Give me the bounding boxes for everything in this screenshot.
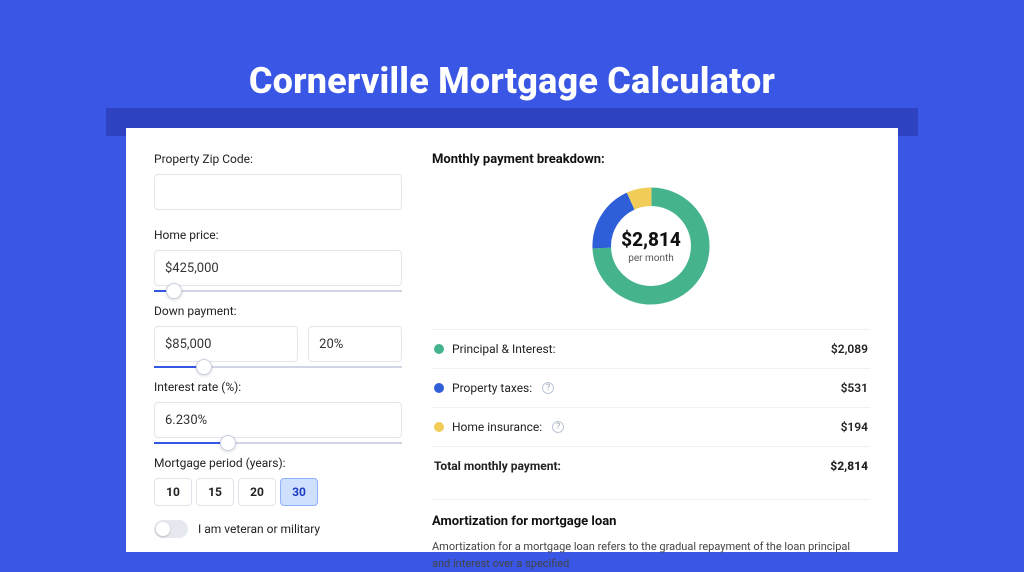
legend: Principal & Interest: $2,089 Property taxe…	[432, 329, 870, 485]
hero: Cornerville Mortgage Calculator	[0, 0, 1024, 102]
form-panel: Property Zip Code: Home price: Down paym…	[154, 152, 402, 552]
toggle-knob	[156, 522, 170, 536]
period-group: Mortgage period (years): 10152030	[154, 456, 402, 506]
legend-dot-pi	[434, 344, 444, 354]
legend-row-total: Total monthly payment: $2,814	[432, 446, 870, 485]
down-group: Down payment:	[154, 304, 402, 362]
breakdown-panel: Monthly payment breakdown: $2,814 per mo…	[432, 152, 870, 552]
donut-wrap: $2,814 per month	[432, 181, 870, 311]
donut-chart: $2,814 per month	[586, 181, 716, 311]
legend-value-ins: $194	[841, 420, 868, 434]
down-amount-input[interactable]	[154, 326, 298, 362]
period-label: Mortgage period (years):	[154, 456, 402, 470]
down-label: Down payment:	[154, 304, 402, 318]
zip-label: Property Zip Code:	[154, 152, 402, 166]
price-input[interactable]	[154, 250, 402, 286]
legend-row-pi: Principal & Interest: $2,089	[432, 330, 870, 368]
rate-input[interactable]	[154, 402, 402, 438]
legend-label-tax: Property taxes:	[452, 381, 532, 395]
veteran-label: I am veteran or military	[198, 522, 320, 536]
legend-total-value: $2,814	[830, 459, 868, 473]
amortization-section: Amortization for mortgage loan Amortizat…	[432, 499, 870, 572]
down-pct-input[interactable]	[308, 326, 402, 362]
legend-value-tax: $531	[841, 381, 868, 395]
donut-center: $2,814 per month	[586, 181, 716, 311]
legend-total-label: Total monthly payment:	[434, 459, 561, 473]
amortization-body: Amortization for a mortgage loan refers …	[432, 539, 870, 572]
period-option-20[interactable]: 20	[238, 478, 276, 506]
breakdown-title: Monthly payment breakdown:	[432, 152, 870, 167]
info-icon[interactable]: ?	[552, 421, 564, 433]
price-group: Home price:	[154, 228, 402, 286]
page-title: Cornerville Mortgage Calculator	[0, 60, 1024, 102]
price-label: Home price:	[154, 228, 402, 242]
legend-label-ins: Home insurance:	[452, 420, 542, 434]
donut-amount: $2,814	[621, 228, 681, 251]
legend-dot-ins	[434, 422, 444, 432]
calculator-card: Property Zip Code: Home price: Down paym…	[126, 128, 898, 552]
legend-row-tax: Property taxes:? $531	[432, 368, 870, 407]
legend-dot-tax	[434, 383, 444, 393]
veteran-toggle[interactable]	[154, 520, 188, 538]
rate-label: Interest rate (%):	[154, 380, 402, 394]
amortization-title: Amortization for mortgage loan	[432, 514, 870, 529]
period-options: 10152030	[154, 478, 402, 506]
period-option-30[interactable]: 30	[280, 478, 318, 506]
legend-label-pi: Principal & Interest:	[452, 342, 556, 356]
period-option-15[interactable]: 15	[196, 478, 234, 506]
rate-group: Interest rate (%):	[154, 380, 402, 438]
legend-value-pi: $2,089	[831, 342, 868, 356]
info-icon[interactable]: ?	[542, 382, 554, 394]
veteran-row: I am veteran or military	[154, 520, 402, 538]
zip-input[interactable]	[154, 174, 402, 210]
donut-sub: per month	[628, 253, 674, 264]
period-option-10[interactable]: 10	[154, 478, 192, 506]
zip-group: Property Zip Code:	[154, 152, 402, 210]
legend-row-ins: Home insurance:? $194	[432, 407, 870, 446]
